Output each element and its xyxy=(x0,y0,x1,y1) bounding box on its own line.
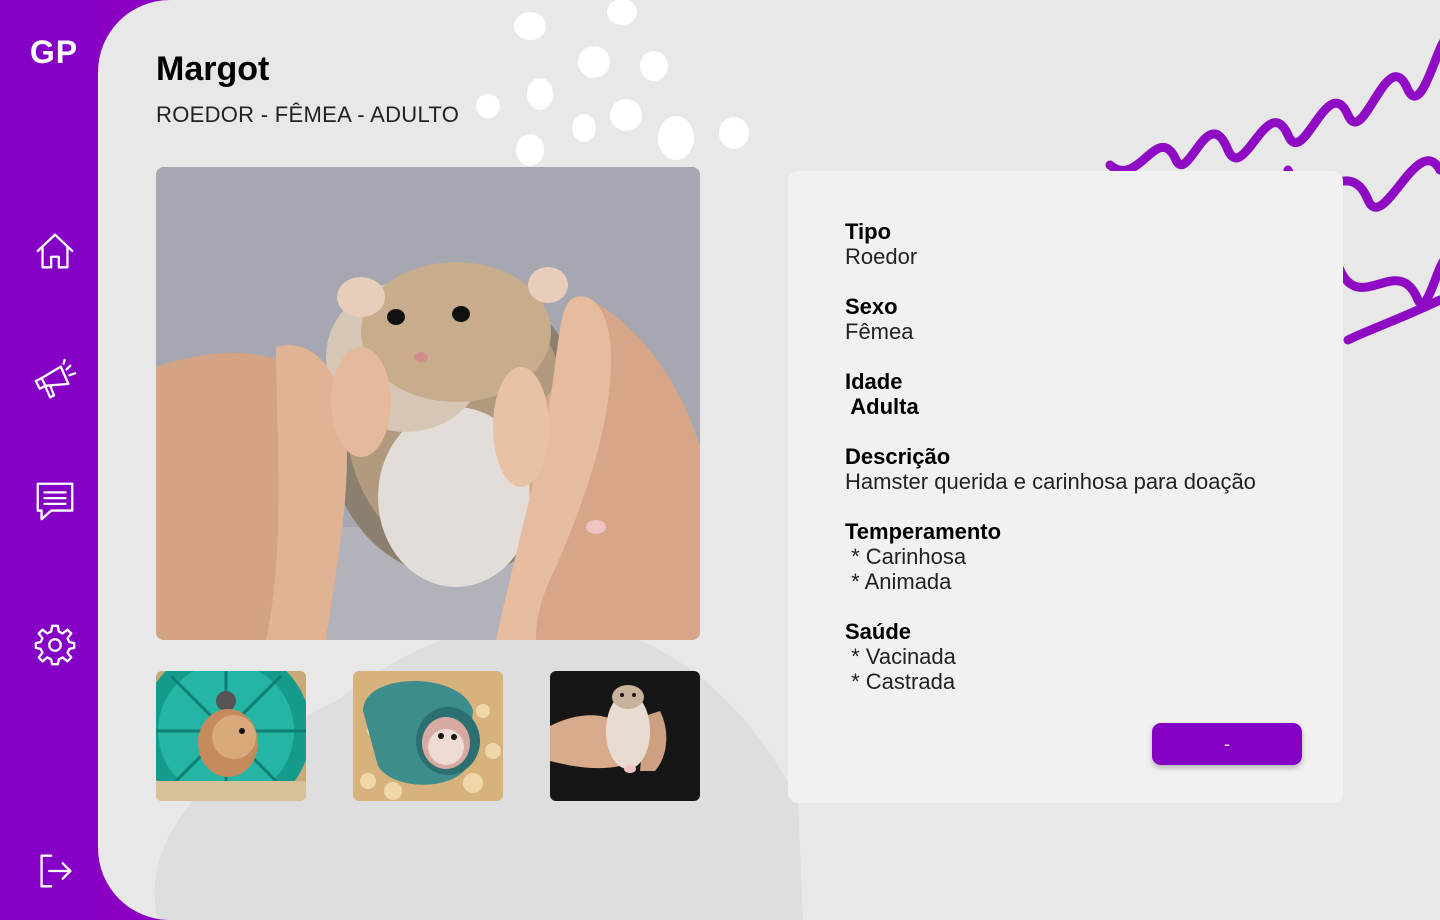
pet-details-card: Tipo Roedor Sexo Fêmea Idade Adulta Desc… xyxy=(788,171,1343,803)
field-idade-label: Idade xyxy=(845,369,903,394)
pet-subtitle: ROEDOR - FÊMEA - ADULTO xyxy=(156,102,460,127)
megaphone-icon[interactable] xyxy=(27,353,83,409)
logout-icon[interactable] xyxy=(27,843,83,899)
field-tipo-value: Roedor xyxy=(845,244,918,269)
sidebar: GP xyxy=(0,0,98,920)
field-sexo: Sexo Fêmea xyxy=(845,294,913,344)
field-descricao-label: Descrição xyxy=(845,444,951,469)
pet-name: Margot xyxy=(156,50,270,88)
action-button[interactable]: - xyxy=(1152,723,1302,765)
field-idade-value: Adulta xyxy=(845,394,919,419)
home-icon[interactable] xyxy=(27,223,83,279)
field-saude: Saúde * Vacinada * Castrada xyxy=(845,619,956,694)
main-pet-photo[interactable] xyxy=(156,167,700,640)
field-temperamento: Temperamento * Carinhosa * Animada xyxy=(845,519,1001,594)
field-descricao-value: Hamster querida e carinhosa para doação xyxy=(845,469,1256,494)
main-content: Margot ROEDOR - FÊMEA - ADULTO Tipo Roed… xyxy=(98,0,1440,920)
thumbnail-photo-3[interactable] xyxy=(550,671,700,801)
thumbnail-photo-1[interactable] xyxy=(156,671,306,801)
gear-icon[interactable] xyxy=(27,617,83,673)
field-tipo-label: Tipo xyxy=(845,219,892,244)
field-saude-label: Saúde xyxy=(845,619,912,644)
field-tipo: Tipo Roedor xyxy=(845,219,917,269)
field-saude-value: * Vacinada * Castrada xyxy=(851,644,956,694)
chat-icon[interactable] xyxy=(27,473,83,529)
field-descricao: Descrição Hamster querida e carinhosa pa… xyxy=(845,444,1256,494)
field-sexo-label: Sexo xyxy=(845,294,898,319)
field-sexo-value: Fêmea xyxy=(845,319,914,344)
field-temperamento-value: * Carinhosa * Animada xyxy=(851,544,967,594)
app-logo[interactable]: GP xyxy=(0,34,108,71)
thumbnail-photo-2[interactable] xyxy=(353,671,503,801)
hamster-photo-illustration xyxy=(156,167,700,640)
field-temperamento-label: Temperamento xyxy=(845,519,1002,544)
field-idade: Idade Adulta xyxy=(845,369,919,419)
